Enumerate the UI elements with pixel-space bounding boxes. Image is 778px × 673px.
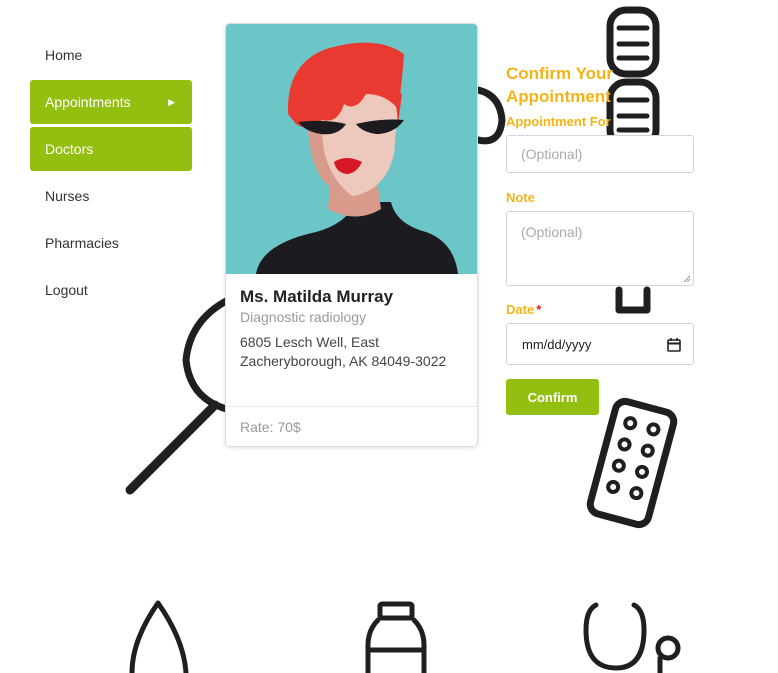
- doctor-address: 6805 Lesch Well, East Zacheryborough, AK…: [240, 334, 447, 369]
- pill-pack-icon: [586, 397, 678, 529]
- date-placeholder: mm/dd/yyyy: [522, 336, 592, 352]
- droplet-icon: [129, 600, 189, 673]
- appointment-for-label: Appointment For: [506, 114, 611, 129]
- doctor-card[interactable]: Ms. Matilda Murray Diagnostic radiology …: [225, 23, 478, 447]
- doctor-card-body: Ms. Matilda Murray Diagnostic radiology …: [226, 274, 477, 371]
- sidebar-item-label: Doctors: [45, 141, 94, 157]
- sidebar-item-logout[interactable]: Logout: [30, 268, 192, 312]
- doctor-name: Ms. Matilda Murray: [240, 287, 394, 306]
- appointment-for-input[interactable]: (Optional): [506, 135, 694, 173]
- doctor-card-footer: Rate: 70$: [226, 406, 477, 446]
- sidebar: Home Appointments ▶ Doctors Nurses Pharm…: [30, 33, 192, 315]
- sidebar-item-label: Appointments: [45, 94, 131, 110]
- note-label: Note: [506, 190, 535, 205]
- resize-handle-icon[interactable]: [683, 275, 691, 283]
- doctor-avatar: [226, 24, 477, 274]
- page: Home Appointments ▶ Doctors Nurses Pharm…: [0, 0, 778, 673]
- doctor-rate: Rate: 70$: [240, 418, 301, 435]
- sidebar-item-label: Home: [45, 47, 83, 63]
- doctor-specialty: Diagnostic radiology: [240, 309, 367, 325]
- loop-decoration: [474, 86, 506, 145]
- appointment-form: Confirm Your Appointment Appointment For…: [506, 62, 696, 415]
- required-marker: *: [536, 302, 542, 317]
- sidebar-item-label: Pharmacies: [45, 235, 119, 251]
- sidebar-item-appointments[interactable]: Appointments ▶: [30, 80, 192, 124]
- sidebar-item-label: Logout: [45, 282, 88, 298]
- appointment-for-placeholder: (Optional): [521, 146, 583, 162]
- date-label-row: Date *: [506, 302, 696, 317]
- note-textarea[interactable]: (Optional): [506, 211, 694, 286]
- sidebar-item-nurses[interactable]: Nurses: [30, 174, 192, 218]
- date-label: Date: [506, 302, 535, 317]
- confirm-button[interactable]: Confirm: [506, 379, 599, 415]
- sidebar-item-doctors[interactable]: Doctors: [30, 127, 192, 171]
- magnifier-icon: [125, 296, 234, 495]
- note-placeholder: (Optional): [521, 224, 583, 240]
- calendar-icon[interactable]: [667, 337, 681, 352]
- sidebar-item-label: Nurses: [45, 188, 90, 204]
- date-input[interactable]: mm/dd/yyyy: [506, 323, 694, 365]
- caret-right-icon: ▶: [168, 96, 175, 107]
- stethoscope-icon: [583, 602, 681, 673]
- sidebar-item-pharmacies[interactable]: Pharmacies: [30, 221, 192, 265]
- sidebar-item-home[interactable]: Home: [30, 33, 192, 77]
- medicine-bottle-icon: [365, 601, 427, 673]
- form-title: Confirm Your Appointment: [506, 64, 614, 106]
